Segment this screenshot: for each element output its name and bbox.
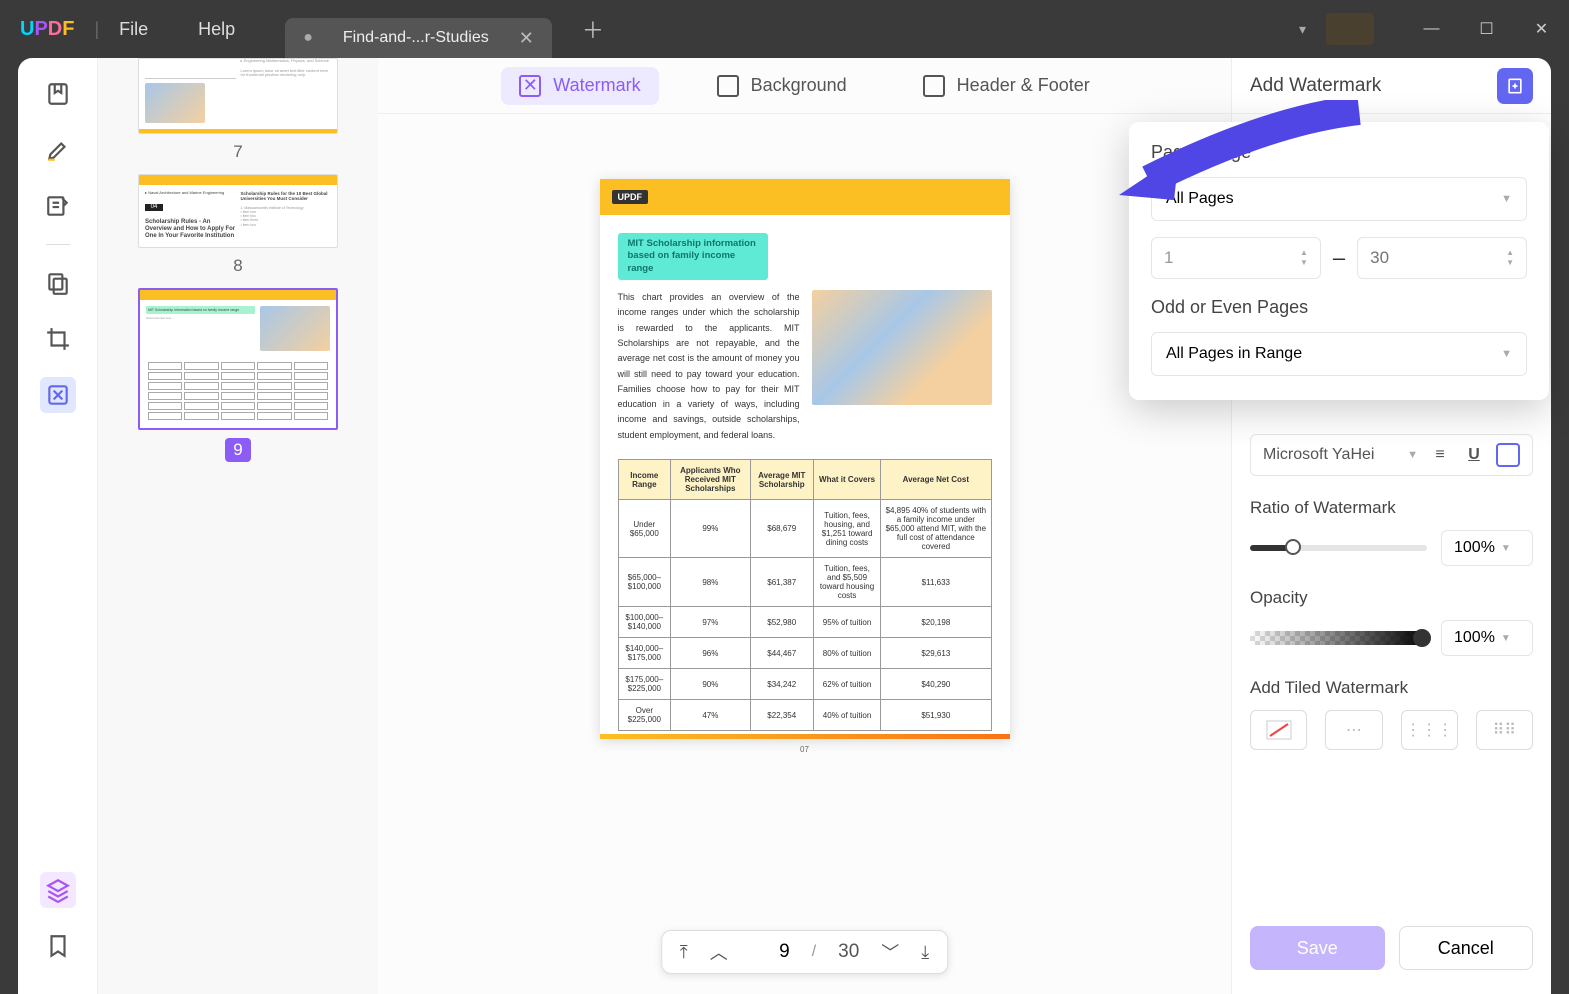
save-button[interactable]: Save (1250, 926, 1385, 970)
opacity-slider[interactable] (1250, 631, 1427, 645)
align-icon[interactable]: ≡ (1428, 443, 1452, 467)
opacity-value-box[interactable]: 100%▼ (1441, 620, 1533, 656)
tiled-option-none[interactable] (1250, 710, 1307, 750)
thumbnail-strip[interactable]: ▸ Engineering Mathematics, Physics, and … (98, 58, 378, 994)
highlight-tool-icon[interactable] (40, 132, 76, 168)
tab-header-footer[interactable]: Header & Footer (905, 67, 1108, 105)
award-badge (1326, 13, 1374, 45)
bookmark-ribbon-icon[interactable] (40, 928, 76, 964)
close-tab-icon[interactable]: ✕ (519, 28, 534, 49)
first-page-icon[interactable]: ⤒ (680, 942, 688, 963)
odd-even-label: Odd or Even Pages (1151, 297, 1527, 318)
range-to-input[interactable]: ▲▼ (1357, 237, 1527, 279)
bookmark-tool-icon[interactable] (40, 76, 76, 112)
spin-down-icon[interactable]: ▼ (1300, 259, 1308, 267)
minimize-button[interactable]: — (1404, 0, 1459, 58)
document-tab[interactable]: ● Find-and-...r-Studies ✕ (285, 18, 552, 58)
menu-help[interactable]: Help (198, 19, 235, 40)
crop-tool-icon[interactable] (40, 321, 76, 357)
new-tab-button[interactable]: ＋ (582, 13, 604, 45)
pager: ⤒ ︿ / 30 ﹀ ⤓ (661, 930, 949, 974)
tiled-option-2[interactable]: ⋮⋮⋮ (1401, 710, 1458, 750)
tab-background[interactable]: Background (699, 67, 865, 105)
copy-tool-icon[interactable] (40, 265, 76, 301)
font-selector[interactable]: Microsoft YaHei ▼ ≡ U (1250, 434, 1533, 476)
thumbnail-9[interactable]: MIT Scholarship information based on fam… (138, 288, 338, 462)
tab-title: Find-and-...r-Studies (343, 29, 489, 47)
tiled-option-3[interactable]: ⠿⠿ (1476, 710, 1533, 750)
thumb-num-7: 7 (138, 142, 338, 162)
underline-icon[interactable]: U (1462, 443, 1486, 467)
chevron-down-icon[interactable]: ▾ (1299, 21, 1306, 38)
page-paragraph: This chart provides an overview of the i… (618, 290, 800, 443)
tiled-label: Add Tiled Watermark (1250, 678, 1533, 698)
odd-even-select[interactable]: All Pages in Range▼ (1151, 332, 1527, 376)
ratio-value-box[interactable]: 100%▼ (1441, 530, 1533, 566)
page-tools-tabs: ✕Watermark Background Header & Footer (378, 58, 1231, 114)
data-table: Income RangeApplicants Who Received MIT … (618, 459, 992, 731)
thumb-num-8: 8 (138, 256, 338, 276)
ratio-slider[interactable] (1250, 545, 1427, 551)
menu-file[interactable]: File (119, 19, 148, 40)
maximize-button[interactable]: ☐ (1459, 0, 1514, 58)
document-scroll[interactable]: UPDF MIT Scholarship information based o… (378, 114, 1231, 994)
header-footer-tab-icon (923, 75, 945, 97)
background-tab-icon (717, 75, 739, 97)
document-area: ✕Watermark Background Header & Footer UP… (378, 58, 1231, 994)
page-inner-number: 07 (618, 745, 992, 754)
tab-watermark[interactable]: ✕Watermark (501, 67, 658, 105)
range-from-input[interactable]: ▲▼ (1151, 237, 1321, 279)
spin-down-icon[interactable]: ▼ (1506, 259, 1514, 267)
tab-dot-icon: ● (303, 29, 313, 47)
tiled-option-1[interactable]: ⋯ (1325, 710, 1382, 750)
page-heading-chip: MIT Scholarship information based on fam… (618, 233, 768, 280)
ratio-label: Ratio of Watermark (1250, 498, 1533, 518)
watermark-tool-icon[interactable] (40, 377, 76, 413)
panel-title: Add Watermark (1250, 75, 1381, 97)
titlebar: UPDF | File Help ● Find-and-...r-Studies… (0, 0, 1569, 58)
page-logo: UPDF (612, 190, 649, 204)
page-total: 30 (838, 941, 859, 963)
page-range-label: Page Range (1151, 142, 1527, 163)
spin-up-icon[interactable]: ▲ (1300, 249, 1308, 257)
next-page-icon[interactable]: ﹀ (881, 939, 899, 965)
page-range-select[interactable]: All Pages▼ (1151, 177, 1527, 221)
layers-icon[interactable] (40, 872, 76, 908)
page-range-popover: Page Range All Pages▼ ▲▼ – ▲▼ Odd or Eve… (1129, 122, 1549, 400)
page-image (812, 290, 992, 405)
page-preview: UPDF MIT Scholarship information based o… (600, 179, 1010, 739)
edit-text-tool-icon[interactable] (40, 188, 76, 224)
thumbnail-8[interactable]: ▸ Naval Architecture and Marine Engineer… (138, 174, 338, 276)
close-window-button[interactable]: ✕ (1514, 0, 1569, 58)
opacity-label: Opacity (1250, 588, 1533, 608)
last-page-icon[interactable]: ⤓ (921, 942, 929, 963)
thumbnail-7[interactable]: ▸ Engineering Mathematics, Physics, and … (138, 58, 338, 162)
page-input[interactable] (750, 941, 790, 963)
color-box-icon[interactable] (1496, 443, 1520, 467)
spin-up-icon[interactable]: ▲ (1506, 249, 1514, 257)
cancel-button[interactable]: Cancel (1399, 926, 1534, 970)
app-logo: UPDF (20, 18, 74, 41)
thumb-num-9: 9 (225, 438, 251, 462)
page-range-button[interactable] (1497, 68, 1533, 104)
prev-page-icon[interactable]: ︿ (710, 939, 728, 965)
vertical-toolbar (18, 58, 98, 994)
watermark-tab-icon: ✕ (519, 75, 541, 97)
